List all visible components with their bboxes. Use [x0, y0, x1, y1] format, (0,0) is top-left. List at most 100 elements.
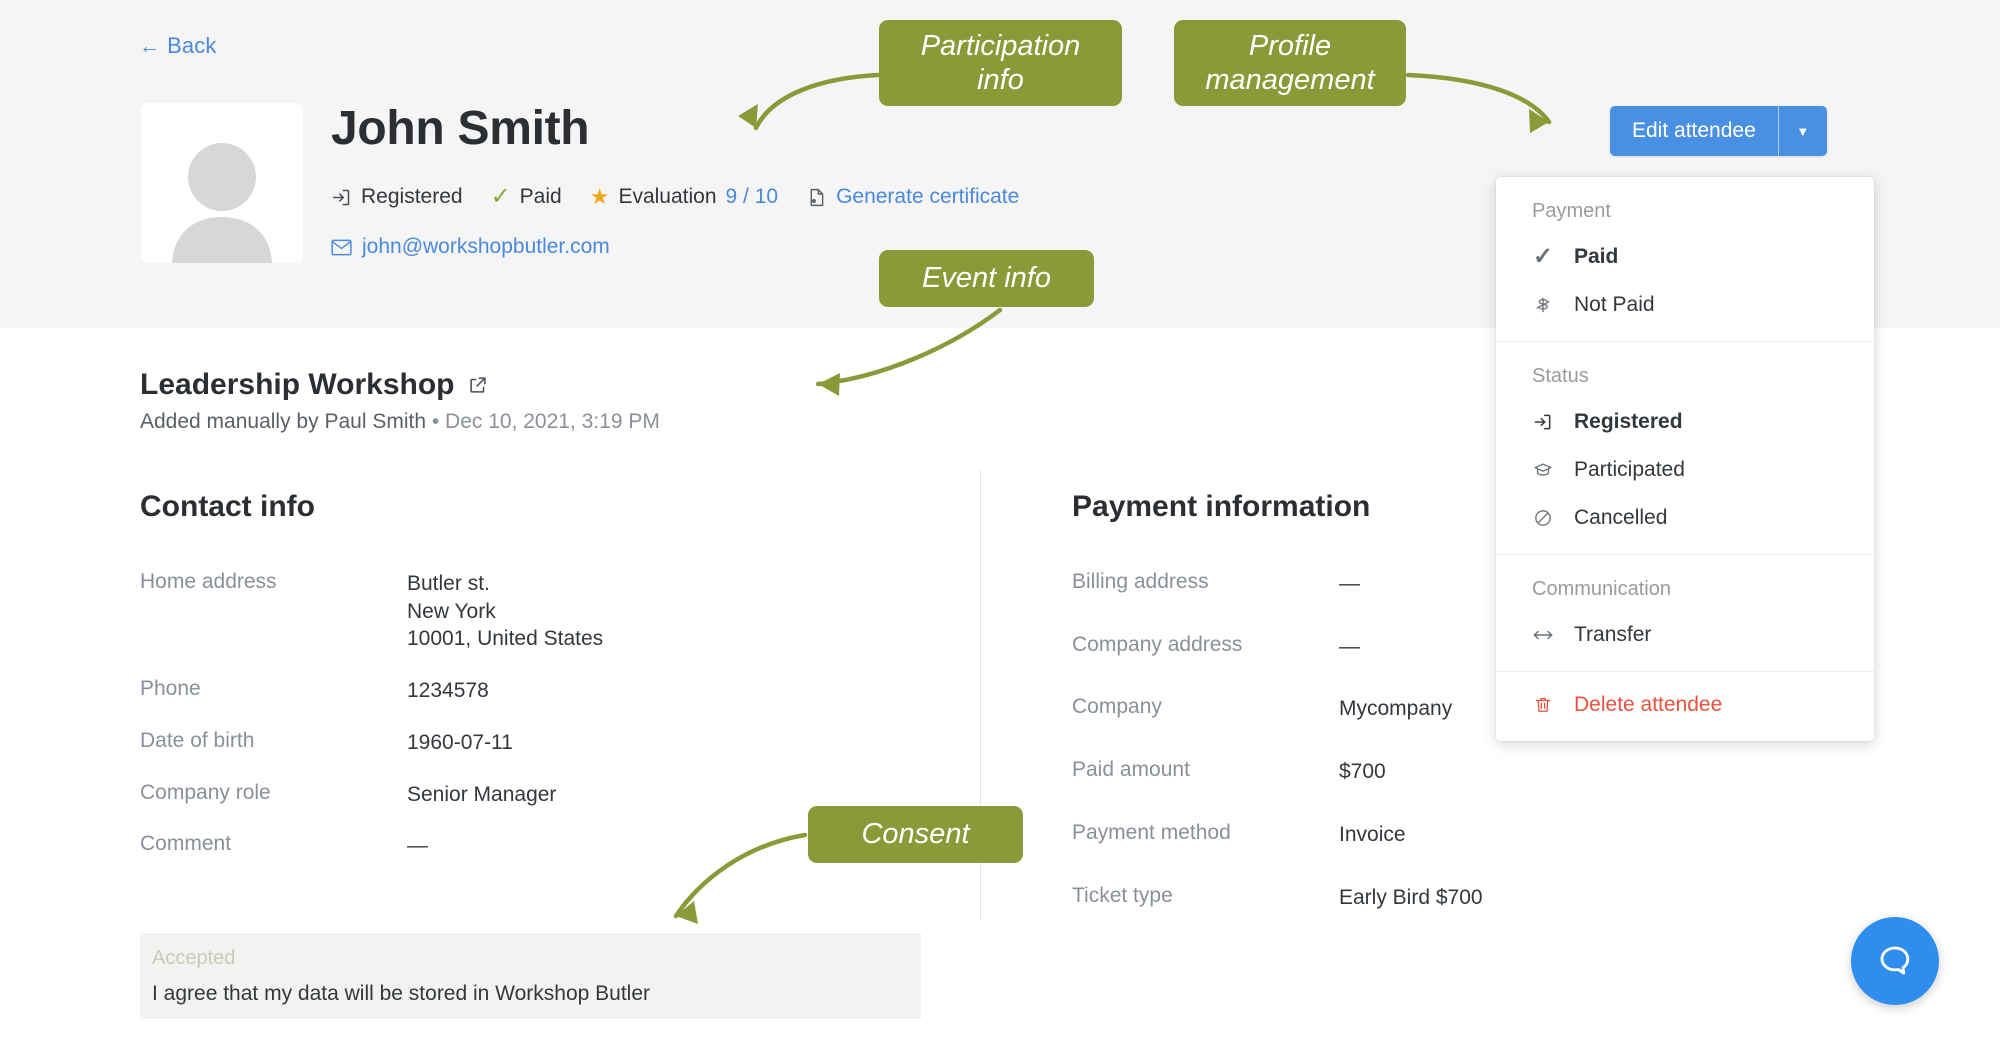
menu-item-registered-label: Registered: [1574, 410, 1683, 433]
field-label: Company role: [140, 780, 271, 804]
field-label: Home address: [140, 570, 277, 593]
field-row: Date of birth 1960-07-11: [140, 729, 940, 757]
menu-item-paid[interactable]: ✓ Paid: [1496, 233, 1874, 281]
evaluation-value: 9 / 10: [725, 185, 779, 208]
evaluation-score: ★ Evaluation 9 / 10: [590, 185, 778, 209]
back-link-label: Back: [167, 33, 217, 58]
status-registered-label: Registered: [361, 185, 463, 208]
check-icon: ✓: [1532, 243, 1554, 270]
field-label: Payment method: [1072, 820, 1231, 844]
annotation-participation-line2: info: [977, 64, 1024, 96]
menu-item-participated[interactable]: Participated: [1496, 446, 1874, 494]
dropdown-section-payment-title: Payment: [1532, 200, 1611, 222]
dropdown-section-communication-title: Communication: [1532, 578, 1671, 600]
login-arrow-icon: [331, 187, 352, 208]
contact-info-heading: Contact info: [140, 490, 315, 523]
field-label: Company: [1072, 695, 1162, 719]
menu-item-transfer-label: Transfer: [1574, 623, 1652, 646]
external-link-icon[interactable]: [467, 374, 489, 396]
status-badge-registered: Registered: [331, 185, 463, 209]
attendee-actions-dropdown[interactable]: Payment ✓ Paid Not Paid Status Registere…: [1496, 177, 1874, 741]
field-label: Ticket type: [1072, 883, 1173, 907]
page-title: John Smith: [331, 102, 590, 155]
field-label: Paid amount: [1072, 758, 1190, 782]
menu-item-cancelled[interactable]: Cancelled: [1496, 494, 1874, 542]
check-icon: ✓: [490, 183, 511, 210]
address-line-2: New York: [407, 599, 496, 623]
field-label: Date of birth: [140, 728, 255, 752]
annotation-participation-info: Participation info: [879, 20, 1122, 106]
menu-item-delete-attendee[interactable]: Delete attendee: [1496, 681, 1874, 729]
consent-box: Accepted I agree that my data will be st…: [140, 933, 921, 1019]
address-line-3: 10001, United States: [407, 627, 604, 651]
edit-attendee-button[interactable]: Edit attendee: [1610, 106, 1779, 156]
field-label: Phone: [140, 677, 201, 701]
generate-certificate-label: Generate certificate: [836, 185, 1020, 208]
menu-item-delete-attendee-label: Delete attendee: [1574, 693, 1723, 716]
field-value: Invoice: [1339, 822, 1406, 846]
field-row: Home address Butler st. New York 10001, …: [140, 570, 940, 653]
consent-text: I agree that my data will be stored in W…: [152, 982, 651, 1005]
dropdown-section-communication: Communication Transfer: [1496, 554, 1874, 671]
address-line-1: Butler st.: [407, 572, 490, 595]
chat-support-button[interactable]: [1851, 917, 1939, 1005]
menu-item-cancelled-label: Cancelled: [1574, 506, 1668, 529]
field-value: 1960-07-11: [407, 730, 513, 754]
status-badge-paid: ✓ Paid: [491, 185, 562, 209]
edit-attendee-button-group[interactable]: Edit attendee ▼: [1610, 106, 1827, 156]
back-link[interactable]: ← Back: [139, 33, 216, 59]
annotation-profile-line1: Profile: [1248, 29, 1332, 62]
envelope-icon: [331, 239, 352, 256]
star-icon: ★: [589, 184, 610, 209]
field-row: Ticket type Early Bird $700: [1072, 884, 1872, 912]
consent-status: Accepted: [152, 947, 236, 969]
arrow-left-icon: ←: [139, 34, 161, 58]
field-row: Phone 1234578: [140, 677, 940, 705]
event-title-text: Leadership Workshop: [140, 368, 455, 401]
event-title: Leadership Workshop: [140, 368, 489, 402]
dropdown-section-destructive: Delete attendee: [1496, 671, 1874, 741]
generate-certificate-link[interactable]: Generate certificate: [806, 185, 1019, 209]
annotation-profile-line2: management: [1205, 64, 1375, 96]
dropdown-section-status: Status Registered Participated Cancelled: [1496, 341, 1874, 554]
field-value: 1234578: [407, 679, 489, 703]
event-added-on: Dec 10, 2021, 3:19 PM: [445, 410, 660, 433]
field-value: Senior Manager: [407, 782, 557, 806]
event-subtitle: Added manually by Paul Smith • Dec 10, 2…: [140, 410, 660, 434]
menu-item-participated-label: Participated: [1574, 458, 1685, 481]
field-value: Butler st. New York 10001, United States: [407, 570, 603, 653]
field-label: Comment: [140, 832, 232, 856]
menu-item-not-paid[interactable]: Not Paid: [1496, 281, 1874, 329]
chevron-down-icon: ▼: [1796, 123, 1810, 139]
menu-item-registered[interactable]: Registered: [1496, 398, 1874, 446]
menu-item-paid-label: Paid: [1574, 245, 1619, 268]
field-value: —: [1339, 572, 1360, 595]
field-label: Billing address: [1072, 570, 1209, 593]
avatar: [141, 103, 303, 263]
field-value: $700: [1339, 760, 1386, 784]
arrowhead-event-info: [818, 373, 840, 396]
status-paid-label: Paid: [519, 185, 562, 208]
event-separator: •: [431, 410, 440, 433]
participation-info-row: Registered ✓ Paid ★ Evaluation 9 / 10 Ge…: [331, 185, 1019, 209]
field-value: Early Bird $700: [1339, 885, 1483, 909]
edit-attendee-label: Edit attendee: [1632, 119, 1756, 142]
field-value: —: [1339, 634, 1360, 658]
attendee-profile-page: ← Back John Smith Registered ✓ Paid ★ Ev…: [0, 0, 2000, 1049]
annotation-participation-line1: Participation: [920, 29, 1081, 62]
chat-bubble-icon: [1880, 946, 1910, 975]
field-value: Mycompany: [1339, 697, 1453, 721]
annotation-consent: Consent: [808, 806, 1023, 863]
transfer-arrows-icon: [1532, 626, 1554, 644]
annotation-profile-management: Profile management: [1174, 20, 1406, 106]
edit-attendee-dropdown-toggle[interactable]: ▼: [1779, 106, 1827, 156]
menu-item-not-paid-label: Not Paid: [1574, 293, 1655, 316]
email-link[interactable]: john@workshopbutler.com: [331, 235, 610, 259]
field-row: Paid amount $700: [1072, 758, 1872, 786]
field-label: Company address: [1072, 632, 1243, 656]
menu-item-transfer[interactable]: Transfer: [1496, 611, 1874, 659]
email-text: john@workshopbutler.com: [362, 235, 610, 258]
event-added-by: Added manually by Paul Smith: [140, 410, 426, 433]
field-row: Company role Senior Manager: [140, 781, 940, 809]
graduation-cap-icon: [1532, 460, 1554, 480]
